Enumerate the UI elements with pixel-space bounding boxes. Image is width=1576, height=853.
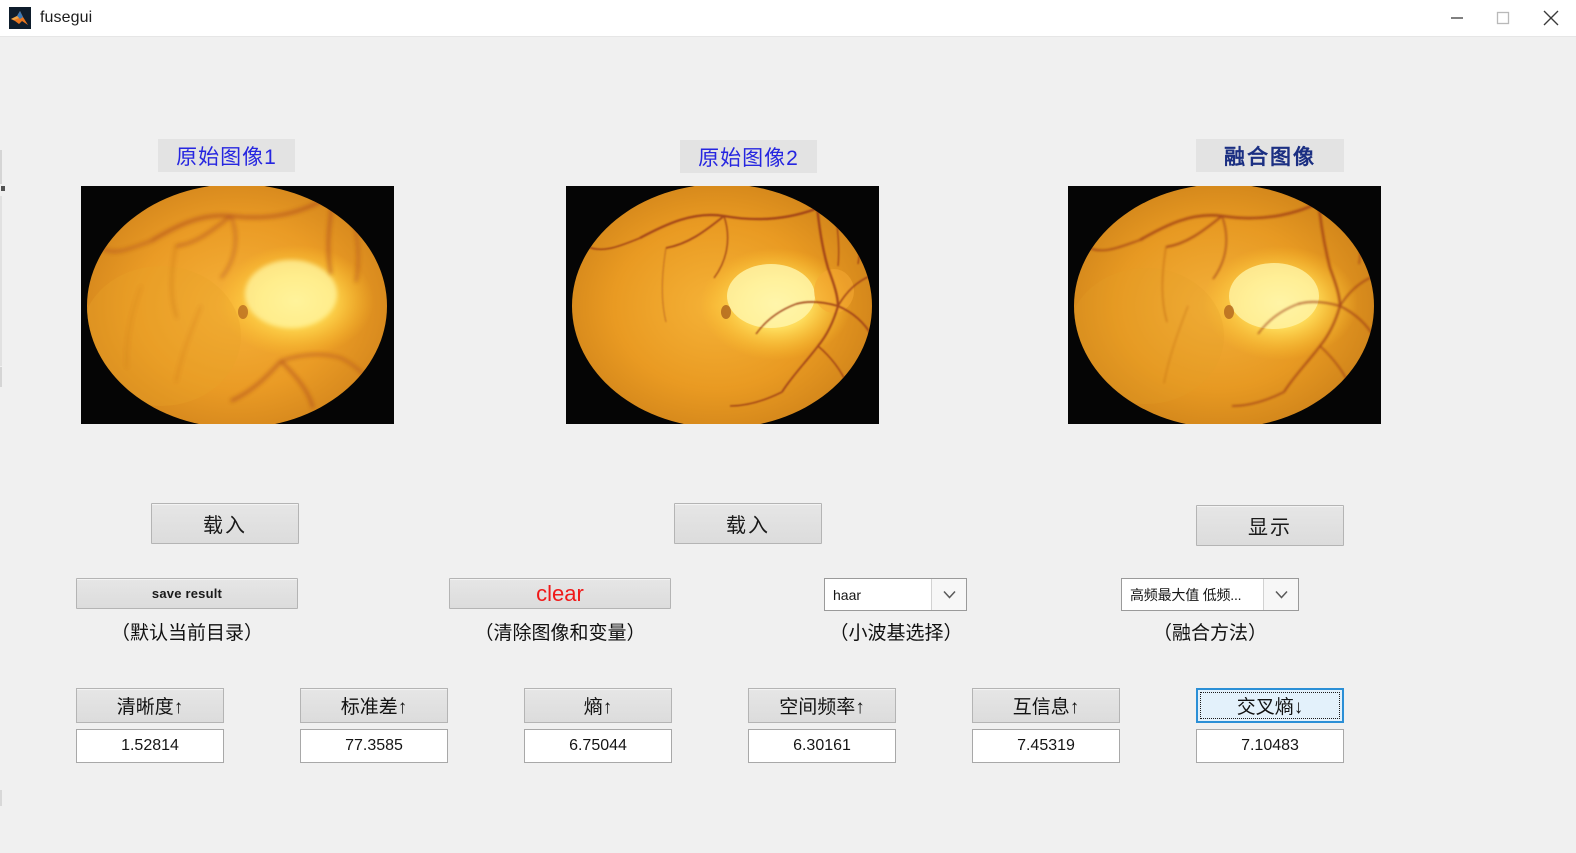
- metric-label-cross-entropy-text: 交叉熵↓: [1236, 697, 1304, 718]
- maximize-icon[interactable]: [1480, 0, 1526, 36]
- retinal-fundus-image-1: [81, 186, 394, 424]
- edge-artifact: [0, 196, 2, 366]
- save-result-caption: （默认当前目录）: [110, 623, 263, 644]
- window-title: fusegui: [40, 9, 93, 26]
- metric-label-sharpness[interactable]: 清晰度↑: [76, 688, 224, 723]
- matlab-logo-icon: [9, 7, 31, 29]
- fusion-method-select[interactable]: 高频最大值 低频...: [1121, 578, 1299, 611]
- axes-fused-image: [1068, 186, 1381, 424]
- title-bar: fusegui: [0, 0, 1576, 37]
- metric-value-entropy: 6.75044: [524, 729, 672, 763]
- edge-artifact-dot: [1, 186, 5, 191]
- edge-artifact: [0, 367, 2, 387]
- metric-value-mutual-information: 7.45319: [972, 729, 1120, 763]
- fusion-method-select-caption: （融合方法）: [1152, 623, 1267, 644]
- minimize-icon[interactable]: [1434, 0, 1480, 36]
- chevron-down-icon: [1263, 579, 1298, 610]
- wavelet-select-caption: （小波基选择）: [829, 623, 963, 644]
- panel-label-source1: 原始图像1: [158, 139, 295, 172]
- metric-label-entropy[interactable]: 熵↑: [524, 688, 672, 723]
- metric-label-mutual-information[interactable]: 互信息↑: [972, 688, 1120, 723]
- fused-retinal-fundus-image: [1068, 186, 1381, 424]
- save-result-button[interactable]: save result: [76, 578, 298, 609]
- edge-artifact: [0, 150, 2, 184]
- edge-artifact: [0, 790, 2, 806]
- close-icon[interactable]: [1526, 0, 1576, 36]
- load-image2-button[interactable]: 载入: [674, 503, 822, 544]
- show-fused-button[interactable]: 显示: [1196, 505, 1344, 546]
- fusion-method-select-value: 高频最大值 低频...: [1130, 586, 1242, 603]
- fusegui-window: fusegui 原始图像1 载入 save result （默认当前目录） 原始…: [0, 0, 1576, 853]
- clear-button[interactable]: clear: [449, 578, 671, 609]
- window-controls: [1434, 0, 1576, 36]
- wavelet-select-value: haar: [833, 586, 862, 603]
- metric-value-sharpness: 1.52814: [76, 729, 224, 763]
- metric-label-std-deviation[interactable]: 标准差↑: [300, 688, 448, 723]
- axes-source-image-1: [81, 186, 394, 424]
- panel-label-source2: 原始图像2: [680, 140, 817, 173]
- metric-label-spatial-frequency[interactable]: 空间频率↑: [748, 688, 896, 723]
- metric-value-spatial-frequency: 6.30161: [748, 729, 896, 763]
- clear-caption: （清除图像和变量）: [474, 623, 646, 644]
- retinal-fundus-image-2: [566, 186, 879, 424]
- chevron-down-icon: [931, 579, 966, 610]
- metric-value-std-deviation: 77.3585: [300, 729, 448, 763]
- metric-label-cross-entropy[interactable]: 交叉熵↓: [1196, 688, 1344, 723]
- load-image1-button[interactable]: 载入: [151, 503, 299, 544]
- panel-label-fused: 融合图像: [1196, 139, 1344, 172]
- wavelet-select[interactable]: haar: [824, 578, 967, 611]
- metric-value-cross-entropy: 7.10483: [1196, 729, 1344, 763]
- axes-source-image-2: [566, 186, 879, 424]
